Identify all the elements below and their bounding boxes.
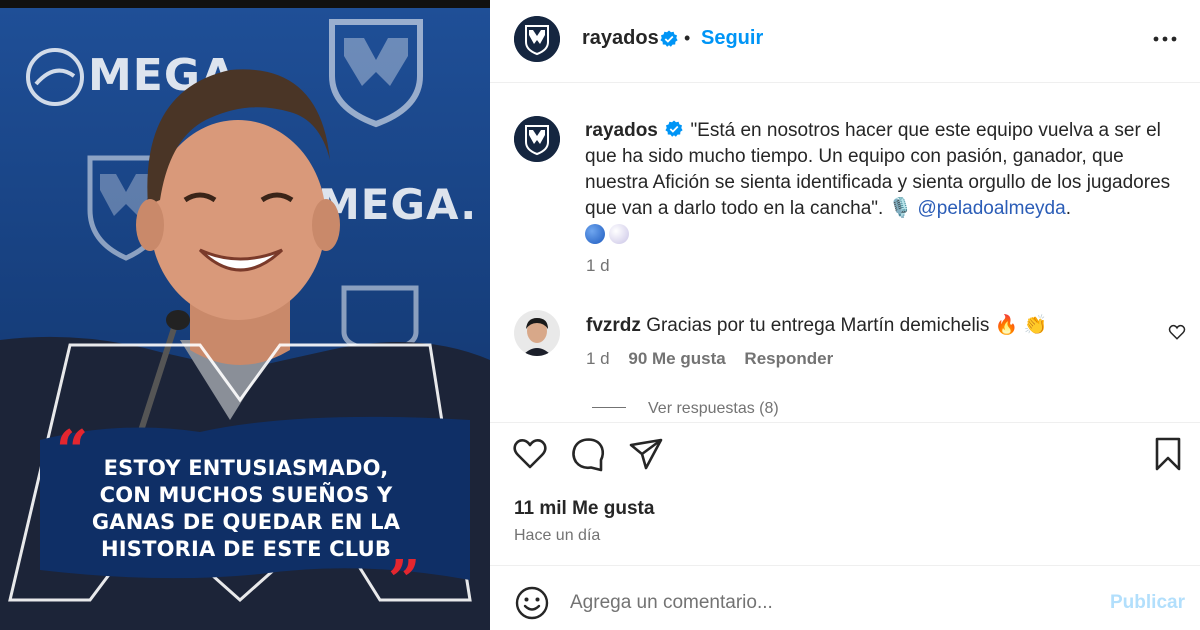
rayados-logo-icon <box>514 16 560 62</box>
comment-body: Gracias por tu entrega Martín demichelis… <box>646 315 1048 336</box>
quote-line: GANAS DE QUEDAR EN LA <box>91 510 401 534</box>
save-bookmark-icon[interactable] <box>1150 436 1186 472</box>
post-time[interactable]: Hace un día <box>514 527 600 545</box>
actions-divider <box>490 422 1200 423</box>
white-circle-icon <box>609 224 629 244</box>
post-panel: rayados • Seguir rayados "Está en nosotr… <box>490 0 1200 630</box>
caption-avatar[interactable] <box>514 116 560 162</box>
publish-button[interactable]: Publicar <box>1110 592 1185 614</box>
comment-bubble-icon[interactable] <box>570 436 606 472</box>
quote-line: HISTORIA DE ESTE CLUB <box>100 537 392 561</box>
caption-username[interactable]: rayados <box>585 120 658 141</box>
caption-time[interactable]: 1 d <box>586 256 610 276</box>
view-replies-label: Ver respuestas (8) <box>648 400 779 417</box>
compose-divider <box>490 565 1200 566</box>
verified-badge-icon <box>660 30 678 47</box>
header-divider <box>490 82 1200 83</box>
comment-meta: 1 d 90 Me gusta Responder <box>586 349 847 369</box>
blue-circle-icon <box>585 224 605 244</box>
quote-line: CON MUCHOS SUEÑOS Y <box>99 483 393 507</box>
comment-username[interactable]: fvzrdz <box>586 315 641 336</box>
header-avatar[interactable] <box>514 16 560 62</box>
reply-button[interactable]: Responder <box>744 349 833 368</box>
verified-badge-icon <box>665 120 683 137</box>
comment-time[interactable]: 1 d <box>586 349 610 368</box>
follow-button[interactable]: Seguir <box>701 27 763 50</box>
caption-mention-suffix: . <box>1065 198 1071 219</box>
replies-line <box>592 407 626 408</box>
header-separator: • <box>684 28 691 48</box>
header-username[interactable]: rayados <box>582 27 659 50</box>
comment-likes[interactable]: 90 Me gusta <box>628 349 725 368</box>
more-options-icon[interactable] <box>1152 26 1178 52</box>
caption-mention[interactable]: @peladoalmeyda <box>918 198 1066 219</box>
comment-heart-icon[interactable] <box>1168 323 1186 341</box>
like-heart-icon[interactable] <box>512 436 548 472</box>
quote-line: ESTOY ENTUSIASMADO, <box>103 456 389 480</box>
rayados-logo-icon <box>514 116 560 162</box>
comment-avatar[interactable] <box>514 310 560 356</box>
view-replies-button[interactable]: Ver respuestas (8) <box>592 400 779 418</box>
open-quote-icon: “ <box>56 418 88 484</box>
post-caption: rayados "Está en nosotros hacer que este… <box>585 118 1185 248</box>
likes-count[interactable]: 11 mil Me gusta <box>514 498 654 520</box>
share-paper-plane-icon[interactable] <box>628 436 664 472</box>
post-image[interactable]: MEGA MEGA. “ ” ESTOY ENTUSIASMADO, CON M… <box>0 0 490 630</box>
user-photo <box>514 310 560 356</box>
comment-text-row: fvzrdz Gracias por tu entrega Martín dem… <box>586 313 1047 337</box>
quote-text: ESTOY ENTUSIASMADO, CON MUCHOS SUEÑOS Y … <box>86 455 406 563</box>
emoji-picker-icon[interactable] <box>514 585 550 621</box>
comment-input[interactable] <box>570 588 1090 618</box>
